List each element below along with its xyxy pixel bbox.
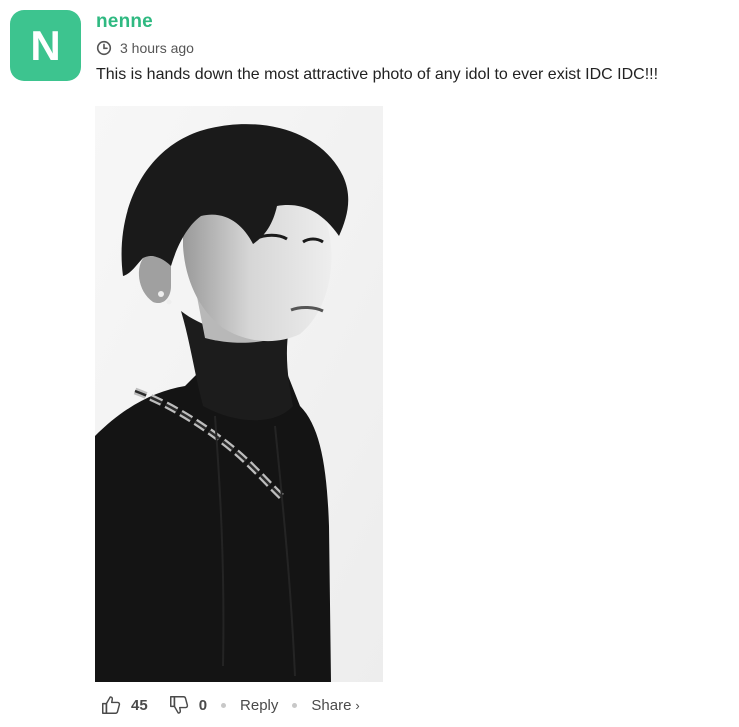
like-button[interactable]: 45 (100, 694, 148, 716)
avatar-letter: N (30, 21, 61, 69)
avatar[interactable]: N (10, 10, 81, 81)
comment-card: N nenne 3 hours ago This is hands down t… (0, 0, 739, 727)
comment-body: This is hands down the most attractive p… (96, 66, 659, 83)
share-button[interactable]: Share › (311, 697, 359, 714)
reply-label: Reply (240, 696, 279, 714)
separator-dot (221, 702, 227, 708)
comment-actions: 45 0 Reply Share › (100, 690, 360, 720)
reply-button[interactable]: Reply (240, 697, 278, 714)
separator-dot (292, 702, 298, 708)
like-count: 45 (131, 696, 148, 714)
dislike-button[interactable]: 0 (168, 694, 207, 716)
share-label: Share (311, 696, 352, 714)
chevron-right-icon: › (355, 697, 360, 713)
username[interactable]: nenne (96, 11, 153, 33)
clock-icon (96, 40, 112, 56)
comment-photo[interactable] (95, 106, 383, 682)
thumbs-up-icon (102, 696, 121, 714)
timestamp-text: 3 hours ago (120, 40, 194, 56)
dislike-count: 0 (198, 696, 208, 714)
thumbs-down-icon (169, 696, 188, 714)
comment-timestamp: 3 hours ago (96, 38, 194, 58)
